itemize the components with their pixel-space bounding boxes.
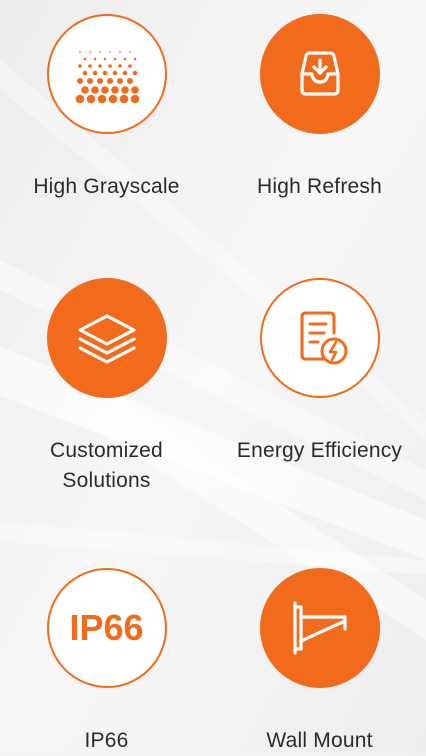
- feature-wall-mount: Wall Mount: [213, 568, 426, 756]
- feature-energy-efficiency: Energy Efficiency: [213, 278, 426, 466]
- wall-mount-bracket-icon: [259, 568, 380, 688]
- feature-customized-solutions: Customized Solutions: [0, 278, 213, 496]
- feature-grid: High Grayscale High Refresh Customized S…: [0, 0, 426, 753]
- layers-icon: [46, 278, 167, 398]
- feature-label: Customized Solutions: [50, 439, 163, 492]
- feature-label: Energy Efficiency: [236, 439, 403, 462]
- inbox-download-icon: [259, 14, 380, 134]
- document-energy-icon: [259, 278, 380, 398]
- feature-high-grayscale: High Grayscale: [0, 14, 213, 202]
- feature-label: IP66: [84, 729, 129, 752]
- feature-high-refresh: High Refresh: [213, 14, 426, 202]
- feature-ip66: IP66 IP66: [0, 568, 213, 756]
- feature-label: High Refresh: [257, 175, 382, 198]
- feature-label: High Grayscale: [33, 175, 180, 198]
- feature-label: Wall Mount: [266, 729, 373, 752]
- ip66-badge-icon: IP66: [46, 568, 167, 688]
- grayscale-dots-icon: [46, 14, 167, 134]
